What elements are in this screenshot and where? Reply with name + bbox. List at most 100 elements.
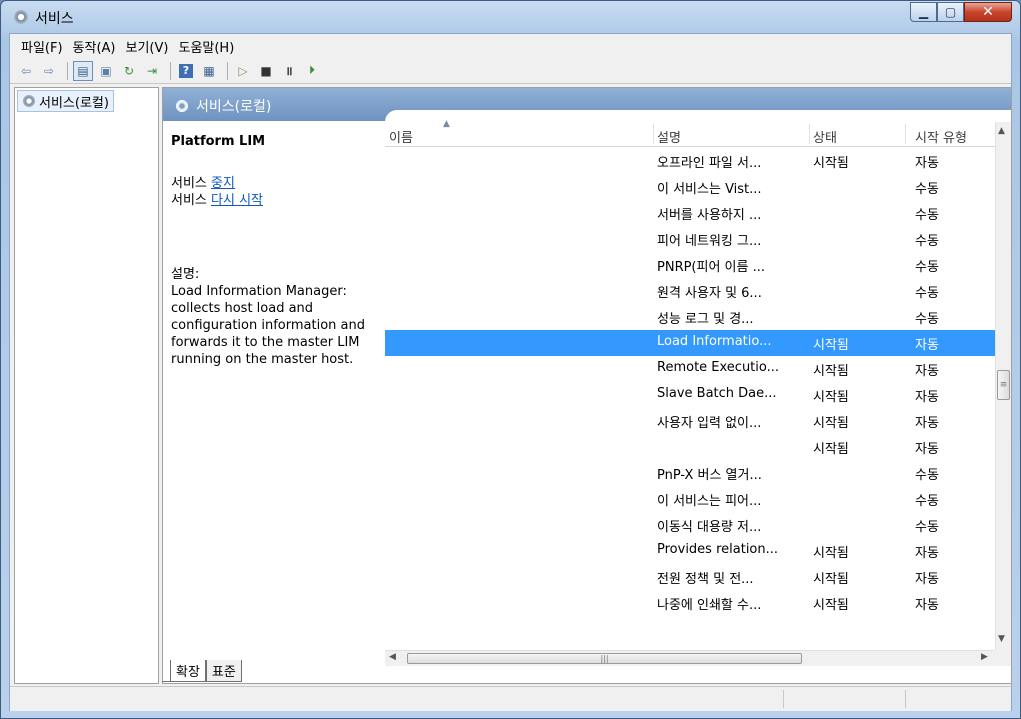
mmc-view-button[interactable]: ▦ [199,61,219,81]
service-row[interactable]: Plug and Play사용자 입력 없이...시작됨자동 [385,408,995,434]
menu-help[interactable]: 도움말(H) [173,37,239,56]
service-description: 성능 로그 및 경... [657,312,754,327]
pane-title-label: 서비스(로컬) [196,99,272,115]
tree-item-services-local[interactable]: 서비스(로컬) [17,90,114,112]
export-list-button[interactable]: ⇥ [142,61,162,81]
title-bar[interactable]: 서비스 ▁ ▢ ✕ [1,1,1020,33]
column-divider[interactable] [809,124,810,144]
service-row[interactable]: Portable Device Enumerator ...이동식 대용량 저.… [385,512,995,538]
service-row[interactable]: Performance Logs & Alerts성능 로그 및 경...수동 [385,304,995,330]
back-button[interactable]: ⇦ [16,61,36,81]
service-startup-type: 수동 [915,234,939,249]
services-icon [175,99,189,113]
column-divider[interactable] [905,124,906,144]
service-row[interactable]: Platform RESRemote Executio...시작됨자동 [385,356,995,382]
services-pane: 서비스(로컬) Platform LIM 서비스 중지 서비스 다시 시작 설명… [162,87,1012,684]
tree-item-label: 서비스(로컬) [39,95,109,111]
service-startup-type: 자동 [915,390,939,405]
pane-header-curve [385,110,1011,122]
help-button[interactable]: ? [176,61,196,81]
pause-service-icon: ॥ [285,64,293,78]
service-startup-type: 자동 [915,156,939,171]
service-description: PnP-X 버스 열거... [657,468,762,483]
show-hide-tree-button[interactable]: ▤ [73,60,93,81]
service-status: 시작됨 [813,390,849,405]
resume-service-button[interactable]: ⏵ [302,61,322,81]
restart-action-prefix: 서비스 [171,193,212,208]
back-icon: ⇦ [20,63,32,78]
restart-service-link[interactable]: 다시 시작 [211,193,263,208]
pause-service-button[interactable]: ॥ [279,61,299,81]
forward-button[interactable]: ⇨ [39,61,59,81]
service-description: 사용자 입력 없이... [657,416,762,431]
service-startup-type: 수동 [915,286,939,301]
service-row[interactable]: Pml Driver HPZ12시작됨자동 [385,434,995,460]
service-description: 오프라인 파일 서... [657,156,762,171]
menu-view[interactable]: 보기(V) [121,37,174,56]
column-header-status[interactable]: 상태 [813,127,837,146]
service-row[interactable]: Performance Counter DLL Ho...원격 사용자 및 6.… [385,278,995,304]
service-startup-type: 수동 [915,494,939,509]
service-startup-type: 수동 [915,468,939,483]
status-divider [783,690,784,708]
column-header-description[interactable]: 설명 [657,127,681,146]
start-service-icon: ▷ [238,63,248,78]
stop-service-icon: ■ [260,63,272,78]
service-startup-type: 수동 [915,312,939,327]
column-header-startup-type[interactable]: 시작 유형 [915,127,967,146]
service-row[interactable]: Peer Name Resolution Protoc...서버를 사용하지 .… [385,200,995,226]
service-row[interactable]: Platform SBDSlave Batch Dae...시작됨자동 [385,382,995,408]
start-service-button[interactable]: ▷ [233,61,253,81]
toolbar-separator [67,61,68,80]
service-row[interactable]: Power전원 정책 및 전...시작됨자동 [385,564,995,590]
service-row[interactable]: Peer Networking Identity Ma...PNRP(피어 이름… [385,252,995,278]
services-app-icon [13,9,29,25]
service-startup-type: 수동 [915,208,939,223]
service-status: 시작됨 [813,546,849,561]
show-hide-tree-icon: ▤ [77,63,89,78]
vertical-scrollbar[interactable]: ▲ ≡ ▼ [995,122,1011,650]
service-startup-type: 자동 [915,364,939,379]
tab-spacer [162,658,170,682]
view-tabs: 확장 표준 [162,658,1012,682]
service-row[interactable]: PNRP Machine Name Publica...이 서비스는 피어...… [385,486,995,512]
restart-action-line: 서비스 다시 시작 [171,192,263,209]
forward-icon: ⇨ [43,63,55,78]
refresh-button[interactable]: ↻ [119,61,139,81]
menu-action[interactable]: 동작(A) [68,37,121,56]
service-status: 시작됨 [813,416,849,431]
service-row[interactable]: PnP-X IP Bus EnumeratorPnP-X 버스 열거...수동 [385,460,995,486]
stop-service-button[interactable]: ■ [256,61,276,81]
service-row[interactable]: Peer Networking Grouping피어 네트워킹 그...수동 [385,226,995,252]
scroll-up-icon[interactable]: ▲ [998,126,1005,136]
maximize-button[interactable]: ▢ [937,2,964,22]
window-title: 서비스 [35,11,74,27]
service-status: 시작됨 [813,442,849,457]
status-divider [905,690,906,708]
vertical-scroll-thumb[interactable]: ≡ [997,370,1010,400]
minimize-button[interactable]: ▁ [910,2,937,22]
caption-buttons: ▁ ▢ ✕ [910,2,1012,24]
tab-extended[interactable]: 확장 [170,660,206,682]
tab-standard[interactable]: 표준 [205,660,242,682]
column-divider[interactable] [653,124,654,144]
service-description: Slave Batch Dae... [657,386,777,401]
stop-service-link[interactable]: 중지 [211,176,235,191]
service-row[interactable]: Platform LIMLoad Informatio...시작됨자동 [385,330,995,356]
service-row[interactable]: Print Spooler나중에 인쇄할 수...시작됨자동 [385,590,995,616]
service-row[interactable]: postgresql-x64-9.6 - PostgreS...Provides… [385,538,995,564]
close-button[interactable]: ✕ [964,2,1012,22]
scroll-down-icon[interactable]: ▼ [998,634,1005,644]
description-label: 설명: [171,267,200,282]
service-row[interactable]: Parental Controls이 서비스는 Vist...수동 [385,174,995,200]
refresh-icon: ↻ [123,63,135,78]
resume-service-icon: ⏵ [308,63,315,77]
column-header-row: ▲ 이름 설명 상태 시작 유형 [385,119,995,147]
service-row[interactable]: Offline Files오프라인 파일 서...시작됨자동 [385,148,995,174]
service-description: Remote Executio... [657,360,780,375]
properties-button[interactable]: ▣ [96,61,116,81]
column-header-name[interactable]: 이름 [389,127,413,146]
menu-file[interactable]: 파일(F) [16,37,68,56]
service-startup-type: 자동 [915,338,939,353]
service-description: 이 서비스는 Vist... [657,182,762,197]
